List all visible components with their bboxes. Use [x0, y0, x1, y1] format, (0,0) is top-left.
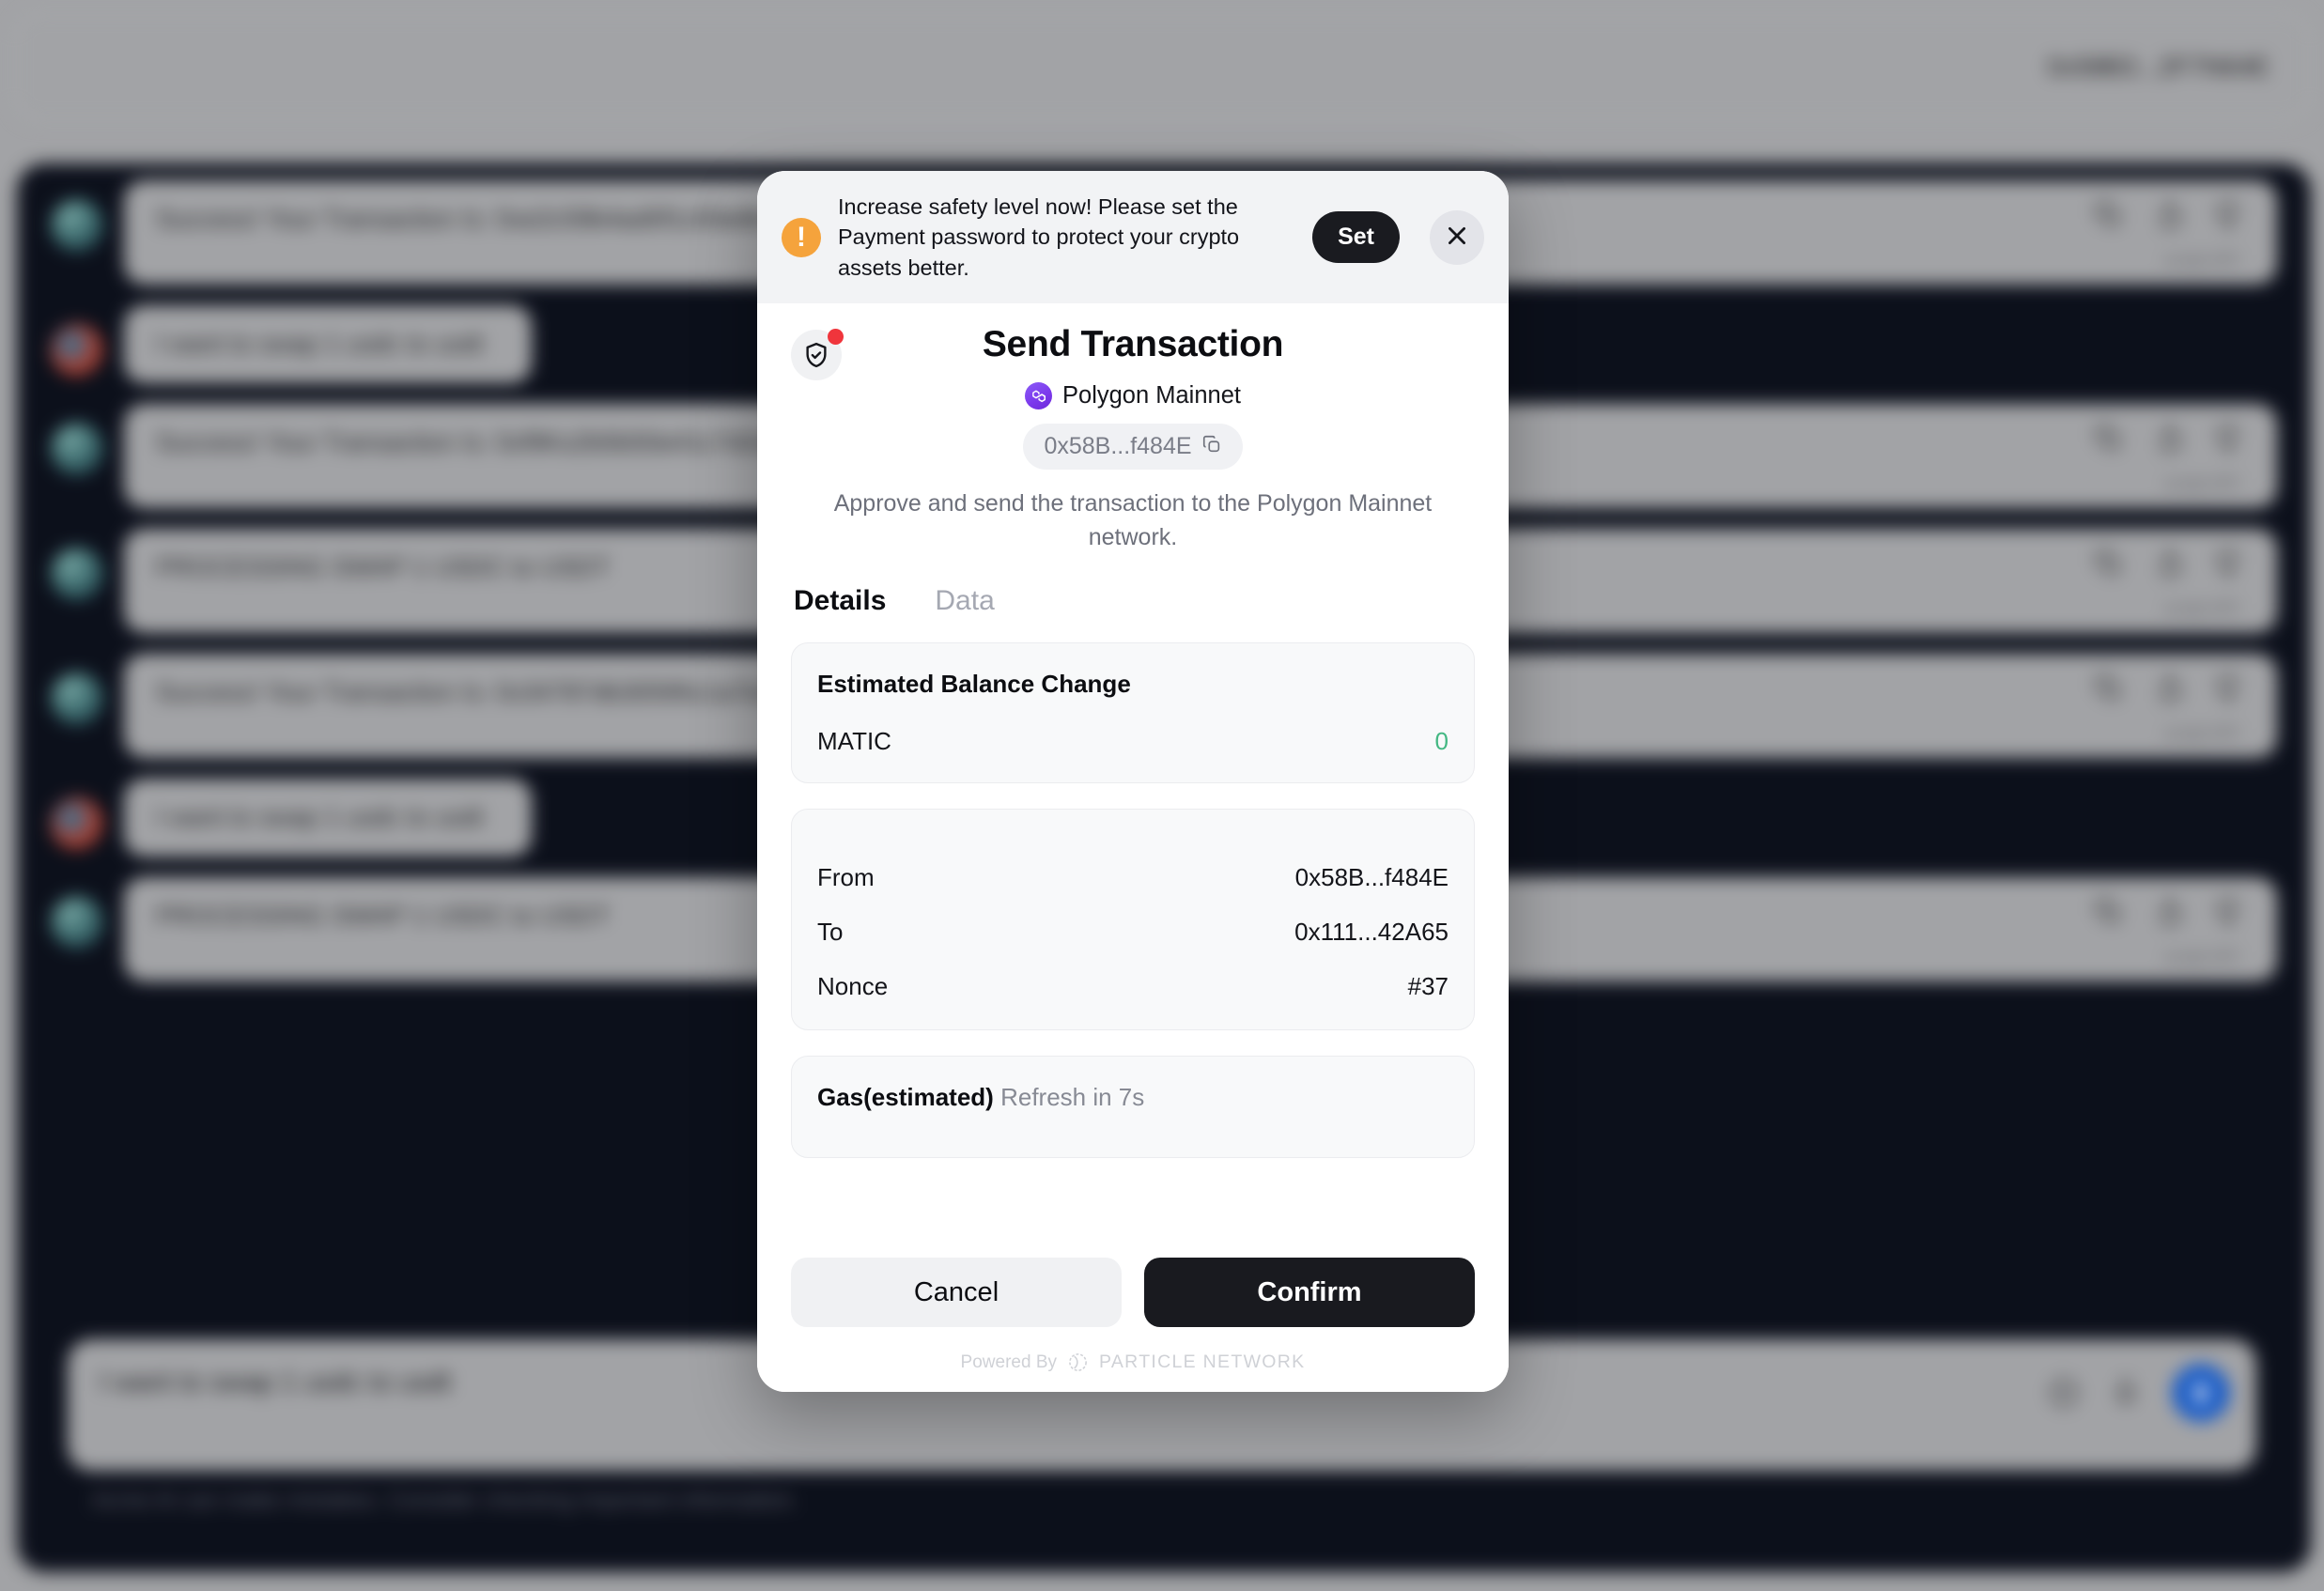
notification-dot	[828, 329, 844, 346]
gas-header: Gas(estimated) Refresh in 7s	[817, 1083, 1449, 1112]
set-password-button[interactable]: Set	[1312, 211, 1400, 264]
to-value: 0x111...42A65	[1294, 918, 1449, 947]
balance-token-value: 0	[1434, 727, 1449, 756]
to-label: To	[817, 918, 844, 947]
confirm-button[interactable]: Confirm	[1144, 1258, 1475, 1327]
wallet-address-text: 0x58B...f484E	[1044, 433, 1192, 460]
copy-address-chip[interactable]: 0x58B...f484E	[1023, 424, 1243, 471]
tab-data[interactable]: Data	[935, 585, 994, 617]
detail-row-from: From 0x58B...f484E	[817, 863, 1449, 892]
modal-footer: Cancel Confirm Powered By PARTICLE NETWO…	[757, 1235, 1509, 1392]
transaction-details-card: From 0x58B...f484E To 0x111...42A65 Nonc…	[791, 809, 1475, 1031]
detail-row-nonce: Nonce #37	[817, 972, 1449, 1001]
security-status[interactable]	[791, 329, 844, 381]
from-value: 0x58B...f484E	[1294, 863, 1449, 892]
network-row: Polygon Mainnet	[791, 382, 1475, 410]
gas-label: Gas(estimated)	[817, 1083, 994, 1112]
nonce-value: #37	[1407, 972, 1449, 1001]
balance-row: MATIC 0	[817, 727, 1449, 756]
copy-icon	[1201, 434, 1222, 459]
particle-network-logo-icon	[1067, 1352, 1089, 1373]
powered-by-text: Powered By	[960, 1352, 1057, 1372]
warning-exclamation-icon: !	[782, 217, 821, 257]
powered-by-branding: Powered By PARTICLE NETWORK	[791, 1352, 1475, 1392]
particle-network-brand: PARTICLE NETWORK	[1099, 1352, 1306, 1372]
close-icon	[1445, 224, 1469, 251]
safety-warning-banner: ! Increase safety level now! Please set …	[757, 171, 1509, 304]
detail-row-to: To 0x111...42A65	[817, 918, 1449, 947]
nonce-label: Nonce	[817, 972, 889, 1001]
polygon-logo-icon	[1025, 382, 1053, 410]
gas-refresh-countdown: Refresh in 7s	[1000, 1083, 1145, 1112]
balance-token-label: MATIC	[817, 727, 891, 756]
page-title: Send Transaction	[982, 324, 1284, 365]
from-label: From	[817, 863, 875, 892]
modal-tabs: Details Data	[791, 585, 1475, 617]
close-warning-button[interactable]	[1430, 209, 1484, 265]
network-name: Polygon Mainnet	[1062, 382, 1241, 409]
card-title: Estimated Balance Change	[817, 670, 1131, 699]
footer-actions: Cancel Confirm	[791, 1258, 1475, 1327]
cancel-button[interactable]: Cancel	[791, 1258, 1122, 1327]
warning-message: Increase safety level now! Please set th…	[838, 194, 1240, 280]
modal-description: Approve and send the transaction to the …	[833, 490, 1433, 550]
send-transaction-modal: ! Increase safety level now! Please set …	[757, 171, 1509, 1392]
modal-scroll-body: Send Transaction Polygon Mainnet 0x58B..…	[757, 303, 1509, 1235]
tab-details[interactable]: Details	[794, 585, 886, 617]
modal-header: Send Transaction Polygon Mainnet 0x58B..…	[791, 303, 1475, 554]
estimated-balance-change-card: Estimated Balance Change MATIC 0	[791, 642, 1475, 784]
gas-estimate-card[interactable]: Gas(estimated) Refresh in 7s	[791, 1056, 1475, 1159]
